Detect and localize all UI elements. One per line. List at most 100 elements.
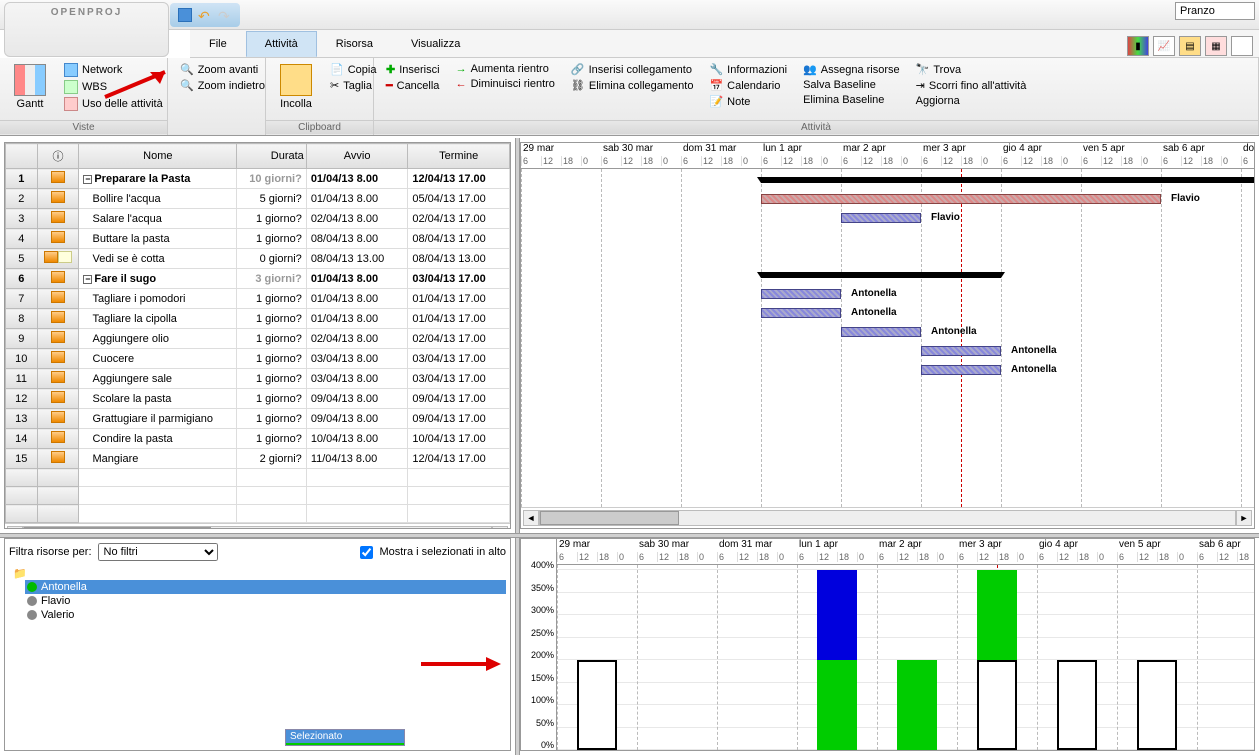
resource-item[interactable]: Flavio [25,594,506,608]
task-table-pane: ⓘ Nome Durata Avvio Termine 1 −Preparare… [4,142,511,529]
chart-view-icon[interactable]: ▮ [1127,36,1149,56]
tab-activity[interactable]: Attività [246,31,317,57]
table-row[interactable]: 15 Mangiare 2 giorni? 11/04/13 8.00 12/0… [6,449,510,469]
usage-view-icon[interactable]: ▦ [1205,36,1227,56]
resource-tree[interactable]: 📁 AntonellaFlavioValerio [9,567,506,622]
folder-icon[interactable]: 📁 [13,567,506,580]
zoom-out-button[interactable]: 🔍Zoom indietro [176,78,257,93]
notes-icon: 📝 [709,95,723,108]
task-table[interactable]: ⓘ Nome Durata Avvio Termine 1 −Preparare… [5,143,510,523]
filter-label: Filtra risorse per: [9,546,92,558]
network-button[interactable]: Network [60,62,167,78]
find-button[interactable]: 🔭Trova [912,62,1031,77]
table-row[interactable]: 9 Aggiungere olio 1 giorno? 02/04/13 8.0… [6,329,510,349]
indent-icon: → [456,63,467,75]
scroll-left-button[interactable]: ◄ [7,526,23,529]
show-selected-checkbox[interactable] [360,546,373,559]
filter-select[interactable]: No filtri [98,543,218,561]
col-header-name[interactable]: Nome [79,144,237,169]
calendar-button[interactable]: 📅Calendario [705,78,791,93]
table-row[interactable]: 2 Bollire l'acqua 5 giorni? 01/04/13 8.0… [6,189,510,209]
usage-button[interactable]: Uso delle attività [60,96,167,112]
col-header-duration[interactable]: Durata [237,144,306,169]
show-selected-label: Mostra i selezionati in alto [379,546,506,558]
link-button[interactable]: 🔗Inserisi collegamento [567,62,698,77]
insert-icon: ✚ [386,63,395,76]
table-row[interactable]: 5 Vedi se è cotta 0 giorni? 08/04/13 13.… [6,249,510,269]
histogram-yaxis: 400%350%300%250%200%150%100%50%0% [521,539,557,750]
network-icon [64,63,78,77]
cut-button[interactable]: ✂Taglia [326,78,380,93]
table-row[interactable]: 1 −Preparare la Pasta 10 giorni? 01/04/1… [6,169,510,189]
insert-button[interactable]: ✚Inserisci [382,62,444,77]
outdent-button[interactable]: ←Diminuisci rientro [452,77,559,91]
table-row[interactable]: 10 Cuocere 1 giorno? 03/04/13 8.00 03/04… [6,349,510,369]
copy-button[interactable]: 📄Copia [326,62,380,77]
wbs-button[interactable]: WBS [60,79,167,95]
blank-view-icon[interactable] [1231,36,1253,56]
unlink-icon: ⛓ [571,79,585,92]
gantt-chart-body[interactable]: FlavioFlavioAntonellaAntonellaAntonellaA… [521,169,1254,507]
copy-icon: 📄 [330,63,344,76]
table-row[interactable]: 6 −Fare il sugo 3 giorni? 01/04/13 8.00 … [6,269,510,289]
unlink-button[interactable]: ⛓Elimina collegamento [567,78,698,93]
col-header-indicator[interactable]: ⓘ [37,144,79,169]
tab-view[interactable]: Visualizza [392,31,479,57]
cut-icon: ✂ [330,79,339,92]
gantt-timeline-header[interactable]: 29 mar612180sab 30 mar612180dom 31 mar61… [521,143,1254,169]
find-icon: 🔭 [916,63,930,76]
delete-icon: ━ [386,79,393,92]
histogram-view-icon[interactable]: ▤ [1179,36,1201,56]
notes-button[interactable]: 📝Note [705,94,791,109]
annotation-arrow-2 [416,649,506,679]
table-row[interactable]: 13 Grattugiare il parmigiano 1 giorno? 0… [6,409,510,429]
app-logo[interactable]: ProjectLibre™ OPENPROJ [4,2,169,57]
quick-access-toolbar: ↶ ↷ [170,3,240,27]
scroll-to-button[interactable]: ⇥Scorri fino all'attività [912,78,1031,93]
save-baseline-button[interactable]: Salva Baseline [799,78,904,92]
table-row[interactable]: 7 Tagliare i pomodori 1 giorno? 01/04/13… [6,289,510,309]
indent-button[interactable]: →Aumenta rientro [452,62,559,76]
calendar-icon: 📅 [709,79,723,92]
table-row[interactable]: 8 Tagliare la cipolla 1 giorno? 01/04/13… [6,309,510,329]
resource-item[interactable]: Valerio [25,608,506,622]
project-name-input[interactable] [1175,2,1255,20]
usage-icon [64,97,78,111]
zoom-out-icon: 🔍 [180,79,194,92]
scroll-right-button[interactable]: ► [492,526,508,529]
tab-file[interactable]: File [190,31,246,57]
gantt-scroll-right[interactable]: ► [1236,510,1252,526]
col-header-finish[interactable]: Termine [408,144,510,169]
zoom-in-icon: 🔍 [180,63,194,76]
task-hscrollbar[interactable] [23,526,492,529]
info-button[interactable]: 🔧Informazioni [705,62,791,77]
undo-icon[interactable]: ↶ [198,8,212,22]
col-header-start[interactable]: Avvio [306,144,408,169]
table-row[interactable]: 14 Condire la pasta 1 giorno? 10/04/13 8… [6,429,510,449]
assign-icon: 👥 [803,63,817,76]
histogram-pane: 400%350%300%250%200%150%100%50%0% 29 mar… [520,538,1255,751]
table-row[interactable]: 4 Buttare la pasta 1 giorno? 08/04/13 8.… [6,229,510,249]
redo-icon[interactable]: ↷ [218,8,232,22]
gantt-scroll-left[interactable]: ◄ [523,510,539,526]
table-row[interactable]: 3 Salare l'acqua 1 giorno? 02/04/13 8.00… [6,209,510,229]
info-icon: 🔧 [709,63,723,76]
resource-item[interactable]: Antonella [25,580,506,594]
delete-button[interactable]: ━Cancella [382,78,444,93]
histogram-legend: Selezionato [285,729,405,746]
histogram-body[interactable]: 29 mar612180sab 30 mar612180dom 31 mar61… [557,539,1254,750]
tab-resource[interactable]: Risorsa [317,31,392,57]
table-row[interactable]: 12 Scolare la pasta 1 giorno? 09/04/13 8… [6,389,510,409]
zoom-in-button[interactable]: 🔍Zoom avanti [176,62,257,77]
wbs-icon [64,80,78,94]
save-icon[interactable] [178,8,192,22]
update-button[interactable]: Aggiorna [912,94,1031,108]
line-view-icon[interactable]: 📈 [1153,36,1175,56]
table-row[interactable]: 11 Aggiungere sale 1 giorno? 03/04/13 8.… [6,369,510,389]
view-toggle-icons: ▮ 📈 ▤ ▦ [1127,36,1253,56]
delete-baseline-button[interactable]: Elimina Baseline [799,93,904,107]
link-icon: 🔗 [571,63,585,76]
gantt-hscrollbar[interactable] [539,510,1236,526]
assign-button[interactable]: 👥Assegna risorse [799,62,904,77]
col-header-rownum[interactable] [6,144,38,169]
